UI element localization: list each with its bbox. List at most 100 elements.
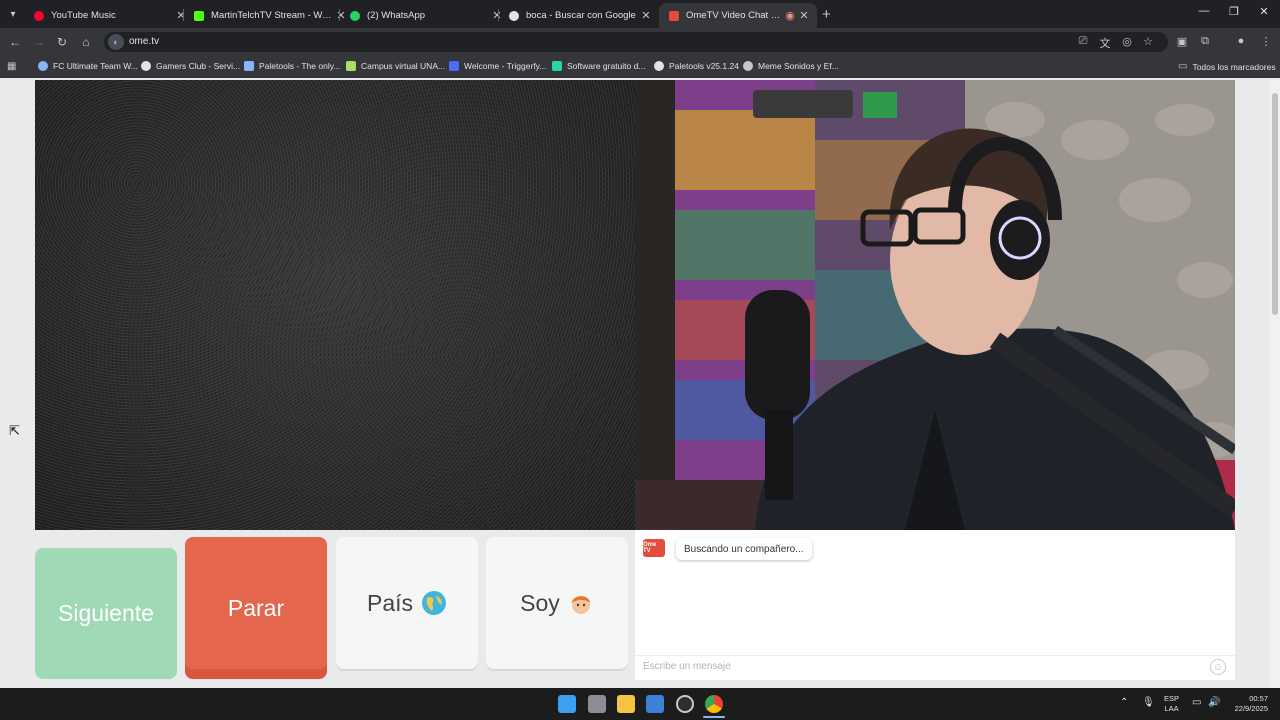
restore-icon[interactable]: ❐ [1224, 5, 1244, 18]
boy-avatar-icon [571, 596, 590, 614]
windows-start-icon[interactable] [558, 695, 576, 713]
campus-icon [346, 61, 356, 71]
bookmark-label: Paletools v25.1.24 [669, 61, 739, 71]
gender-button[interactable]: Soy [486, 537, 628, 669]
youtube-music-icon [34, 10, 44, 21]
mouse-cursor-icon: ⇱ [9, 423, 20, 438]
tab-label: MartinTelchTV Stream - Watch [211, 10, 334, 21]
tab-label: (2) WhatsApp [367, 10, 426, 21]
bookmark-label: Paletools - The only... [259, 61, 341, 71]
ometv-icon [669, 10, 679, 21]
remote-video [635, 80, 1235, 530]
reload-icon[interactable]: ↻ [54, 35, 70, 49]
gender-label: Soy [520, 589, 560, 616]
ometv-logo: Ome TV [643, 539, 665, 557]
bookmark-triggerfy[interactable]: Welcome - Triggerfy... [449, 61, 546, 71]
kick-icon [194, 10, 204, 21]
country-button[interactable]: País [336, 537, 478, 669]
bookmark-fc-ultimate[interactable]: FC Ultimate Team W... [38, 61, 138, 71]
site-info-icon[interactable]: ◐ [108, 34, 124, 50]
bookmark-campus[interactable]: Campus virtual UNA... [346, 61, 445, 71]
system-clock[interactable]: 00:57 22/9/2025 [1226, 694, 1268, 714]
tab-search-icon[interactable]: ▾ [4, 5, 22, 23]
triggerfy-icon [449, 61, 459, 71]
forward-icon[interactable]: → [31, 35, 47, 49]
message-input[interactable]: Escribe un mensaje [643, 661, 731, 672]
recording-icon: ◉ [785, 10, 795, 22]
next-label: Siguiente [58, 600, 154, 626]
apps-icon[interactable]: ▦ [7, 61, 16, 72]
webcam-scene [635, 80, 1235, 530]
gamers-club-icon [141, 61, 151, 71]
bookmark-paletools-v25[interactable]: Paletools v25.1.24 [654, 61, 739, 71]
chat-divider [635, 655, 1235, 656]
input-language[interactable]: ESP LAA [1164, 694, 1179, 714]
globe-icon [38, 61, 48, 71]
bookmark-meme-sonidos[interactable]: Meme Sonidos y Ef... [743, 61, 839, 71]
extension-square-icon[interactable]: ▣ [1175, 35, 1189, 48]
address-url[interactable]: ome.tv [129, 36, 159, 47]
stop-button[interactable]: Parar [185, 537, 327, 679]
local-video-static [35, 80, 635, 530]
lang-code: ESP [1164, 694, 1180, 703]
file-explorer-icon[interactable] [617, 695, 635, 713]
extensions-icon[interactable]: ⧉ [1198, 35, 1212, 48]
chat-status-message: Buscando un compañero... [676, 538, 812, 560]
bookmark-paletools[interactable]: Paletools - The only... [244, 61, 340, 71]
volume-icon[interactable]: 🔊 [1208, 697, 1220, 708]
tray-chevron-icon[interactable]: ⌃ [1120, 697, 1128, 708]
cast-icon[interactable]: ⎚ [1076, 35, 1090, 48]
eye-off-icon[interactable]: ◎ [1120, 35, 1134, 48]
folder-icon: ▭ [1178, 61, 1188, 72]
google-icon [509, 10, 519, 21]
bookmark-software[interactable]: Software gratuito d... [552, 61, 645, 71]
windows-taskbar [0, 688, 1280, 720]
stop-label: Parar [227, 594, 285, 621]
profile-avatar[interactable]: ● [1234, 35, 1248, 47]
bookmark-label: Welcome - Triggerfy... [464, 61, 547, 71]
address-bar[interactable] [104, 32, 1168, 52]
new-tab-button[interactable]: + [822, 6, 831, 23]
tab-label: boca - Buscar con Google [526, 10, 636, 21]
microphone-icon[interactable]: 🎙 [1142, 697, 1155, 708]
chrome-icon[interactable] [705, 695, 723, 713]
all-bookmarks[interactable]: ▭ Todos los marcadores [1178, 61, 1276, 72]
bookmark-label: Software gratuito d... [567, 61, 646, 71]
clock-time: 00:57 [1249, 694, 1268, 703]
tab-label: OmeTV Video Chat — Ome [686, 10, 783, 21]
tab-google-search[interactable]: boca - Buscar con Google ✕ [499, 3, 659, 28]
minimize-icon[interactable]: — [1194, 5, 1214, 17]
close-icon[interactable]: ✕ [797, 9, 811, 22]
lang-layout: LAA [1164, 704, 1179, 713]
paletools-icon [244, 61, 254, 71]
clock-date: 22/9/2025 [1234, 704, 1268, 713]
tab-kick-stream[interactable]: MartinTelchTV Stream - Watch ✕ [184, 3, 354, 28]
bookmark-label: Meme Sonidos y Ef... [758, 61, 839, 71]
globe-flag-icon [422, 591, 447, 615]
static-noise [35, 80, 635, 530]
tab-youtube-music[interactable]: YouTube Music ✕ [24, 3, 194, 28]
scrollbar-thumb[interactable] [1272, 93, 1278, 315]
back-icon[interactable]: ← [7, 35, 23, 49]
tab-ometv[interactable]: OmeTV Video Chat — Ome ◉ ✕ [659, 3, 817, 28]
network-icon[interactable]: ▭ [1192, 697, 1201, 708]
store-icon[interactable] [646, 695, 664, 713]
tab-whatsapp[interactable]: (2) WhatsApp ✕ [340, 3, 510, 28]
country-label: País [366, 589, 414, 616]
emoji-icon[interactable]: ☺ [1210, 659, 1226, 675]
close-icon[interactable]: ✕ [639, 9, 653, 22]
home-icon[interactable]: ⌂ [78, 35, 94, 49]
bookmark-label: Gamers Club - Servi... [156, 61, 241, 71]
next-button[interactable]: Siguiente [35, 548, 177, 679]
translate-icon[interactable]: 文 [1098, 35, 1112, 51]
close-window-icon[interactable]: ✕ [1254, 5, 1274, 18]
star-icon[interactable]: ☆ [1141, 35, 1155, 48]
menu-icon[interactable]: ⋮ [1259, 35, 1273, 48]
bookmark-gamers-club[interactable]: Gamers Club - Servi... [141, 61, 240, 71]
steam-icon[interactable] [676, 695, 694, 713]
task-view-icon[interactable] [588, 695, 606, 713]
whatsapp-icon [350, 10, 360, 21]
meme-icon [743, 61, 753, 71]
status-text: Buscando un compañero... [684, 543, 804, 555]
bookmark-label: FC Ultimate Team W... [53, 61, 138, 71]
